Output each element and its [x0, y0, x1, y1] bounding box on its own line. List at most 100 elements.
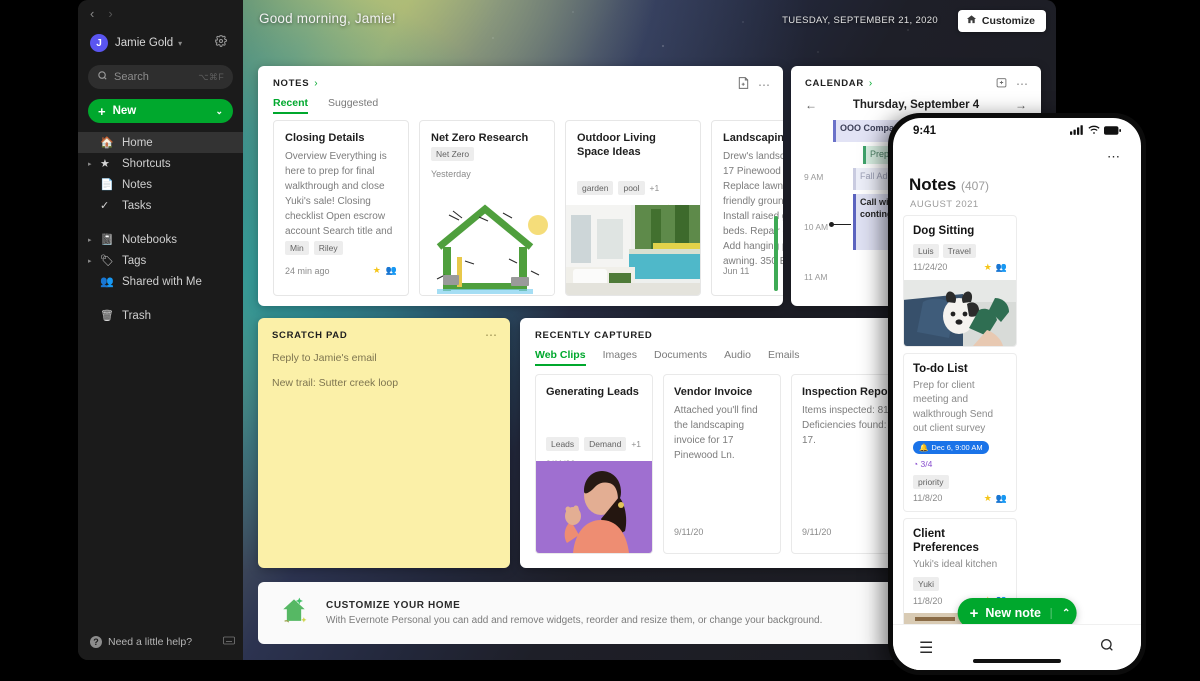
gear-icon[interactable] — [215, 35, 227, 50]
sidebar-item-trash[interactable]: 🗑Trash — [78, 305, 243, 326]
customize-banner-text: CUSTOMIZE YOUR HOME With Evernote Person… — [326, 600, 822, 626]
disclosure-triangle-icon[interactable]: ▸ — [88, 257, 92, 265]
tag-more[interactable]: +1 — [650, 183, 660, 193]
calendar-prev-button[interactable]: ← — [805, 98, 817, 112]
tab-recent[interactable]: Recent — [273, 97, 308, 114]
task-progress: ◔ 3/4 — [913, 458, 1007, 470]
calendar-widget-title: CALENDAR — [805, 78, 864, 89]
sidebar-item-label: Shared with Me — [122, 276, 202, 288]
tag[interactable]: Yuki — [913, 577, 939, 591]
tag-more[interactable]: +1 — [631, 439, 641, 449]
disclosure-triangle-icon[interactable]: ▸ — [88, 160, 92, 168]
help-button[interactable]: ? Need a little help? — [90, 636, 235, 648]
sidebar-item-notes[interactable]: 📄Notes — [78, 174, 243, 195]
tab-documents[interactable]: Documents — [654, 349, 707, 366]
sidebar-item-tasks[interactable]: ✓Tasks — [78, 195, 243, 216]
sidebar-item-label: Tags — [122, 255, 146, 267]
phone-more-icon[interactable]: ⋯ — [1107, 149, 1121, 165]
sidebar-item-home[interactable]: 🏠Home — [78, 132, 243, 153]
phone-note-badges: ★ 👥 — [984, 493, 1007, 504]
note-card[interactable]: Closing DetailsOverview Everything is he… — [273, 120, 409, 296]
keyboard-icon[interactable] — [223, 636, 235, 648]
notes-more-icon[interactable]: ⋯ — [758, 78, 771, 92]
tab-audio[interactable]: Audio — [724, 349, 751, 366]
tag[interactable]: Travel — [943, 244, 976, 258]
tag[interactable]: Luis — [913, 244, 939, 258]
tag[interactable]: garden — [577, 181, 613, 195]
search-input[interactable]: Search ⌥⌘F — [88, 65, 233, 89]
calendar-hour-label: 10 AM — [804, 222, 828, 232]
phone-note-card[interactable]: Dog SittingLuisTravel 11/24/20 ★ 👥 — [903, 215, 1017, 347]
sidebar-item-label: Trash — [122, 310, 151, 322]
tag[interactable]: pool — [618, 181, 644, 195]
phone-heading-text: Notes — [909, 175, 956, 194]
add-event-icon[interactable] — [996, 77, 1007, 91]
tag[interactable]: Riley — [314, 241, 343, 255]
sidebar-item-label: Shortcuts — [122, 158, 171, 170]
sidebar-item-shared-with-me[interactable]: 👥Shared with Me — [78, 271, 243, 292]
nav-back-button[interactable]: ‹ — [90, 7, 94, 20]
note-card-badges: ★ 👥 — [373, 265, 397, 276]
scratch-pad-line[interactable]: Reply to Jamie's email — [272, 352, 377, 364]
scratch-pad-widget[interactable]: SCRATCH PAD ⋯ Reply to Jamie's email New… — [258, 318, 510, 568]
sidebar-item-tags[interactable]: ▸🏷Tags — [78, 250, 243, 271]
notes-scrollbar[interactable] — [774, 216, 778, 291]
sidebar: ‹ › J Jamie Gold ▾ Search ⌥⌘F — [78, 0, 243, 660]
customize-button-label: Customize — [982, 15, 1035, 27]
menu-icon[interactable]: ☰ — [919, 638, 933, 658]
note-card[interactable]: Outdoor Living Space Ideasgardenpool+1 J… — [565, 120, 701, 296]
search-icon[interactable] — [1099, 637, 1115, 658]
note-card-tags: garden pool +1 — [577, 181, 659, 195]
new-note-icon[interactable] — [738, 77, 749, 92]
disclosure-triangle-icon[interactable]: ▸ — [88, 236, 92, 244]
new-button[interactable]: + New ⌄ — [88, 99, 233, 123]
calendar-current-day: Thursday, September 4 — [853, 99, 979, 111]
reminder-chip[interactable]: 🔔Dec 6, 9:00 AM — [913, 441, 989, 454]
tab-web-clips[interactable]: Web Clips — [535, 349, 586, 366]
phone-status-bar: 9:41 — [893, 118, 1141, 144]
tab-images[interactable]: Images — [603, 349, 637, 366]
phone-note-tags: Luis Travel — [913, 244, 1007, 258]
chevron-down-icon: ⌄ — [215, 106, 223, 117]
scratch-pad-line[interactable]: New trail: Sutter creek loop — [272, 377, 398, 389]
chevron-up-icon[interactable]: ⌃ — [1051, 608, 1070, 619]
captured-card[interactable]: Generating LeadsLeadsDemand+1 9/11/20 — [535, 374, 653, 554]
nav-forward-button[interactable]: › — [108, 7, 112, 20]
tag[interactable]: Leads — [546, 437, 579, 451]
sidebar-item-label: Notebooks — [122, 234, 177, 246]
notes-widget-header[interactable]: NOTES › — [273, 78, 318, 89]
chevron-right-icon: › — [869, 78, 872, 89]
account-switcher[interactable]: J Jamie Gold ▾ — [90, 32, 235, 54]
phone-note-card[interactable]: To-do ListPrep for client meeting and wa… — [903, 353, 1017, 512]
note-card-date: 24 min ago — [285, 266, 330, 276]
calendar-more-icon[interactable]: ⋯ — [1016, 77, 1029, 91]
sidebar-item-notebooks[interactable]: ▸📓Notebooks — [78, 229, 243, 250]
search-placeholder: Search — [114, 71, 198, 83]
phone-page-title: Notes (407) — [909, 175, 989, 195]
phone-note-title: Dog Sitting — [913, 225, 1007, 239]
nav-gap — [78, 292, 243, 305]
notes-icon: 📄 — [100, 178, 116, 191]
captured-card[interactable]: Vendor InvoiceAttached you'll find the l… — [663, 374, 781, 554]
chevron-right-icon: › — [314, 78, 317, 89]
tab-suggested[interactable]: Suggested — [328, 97, 378, 114]
phone-screen: 9:41 — [893, 118, 1141, 670]
notes-widget-actions: ⋯ — [738, 77, 771, 92]
current-date: TUESDAY, SEPTEMBER 21, 2020 — [782, 15, 938, 26]
tag[interactable]: Demand — [584, 437, 626, 451]
home-icon — [966, 14, 977, 28]
scratch-pad-more-icon[interactable]: ⋯ — [485, 328, 498, 342]
customize-button[interactable]: Customize — [958, 10, 1046, 32]
calendar-widget-header[interactable]: CALENDAR › — [805, 78, 872, 89]
new-button-label: New — [113, 105, 137, 117]
note-card[interactable]: Net Zero ResearchNet Zero Yesterday — [419, 120, 555, 296]
phone-note-tags: Yuki — [913, 577, 1007, 591]
tag[interactable]: Min — [285, 241, 309, 255]
note-card[interactable]: Landscaping NeedsDrew's landscaping to-d… — [711, 120, 783, 296]
tab-emails[interactable]: Emails — [768, 349, 800, 366]
calendar-next-button[interactable]: → — [1015, 98, 1027, 112]
tag[interactable]: Net Zero — [431, 147, 474, 161]
sidebar-item-shortcuts[interactable]: ▸★Shortcuts — [78, 153, 243, 174]
tag[interactable]: priority — [913, 475, 949, 489]
phone-note-title: To-do List — [913, 363, 1007, 377]
